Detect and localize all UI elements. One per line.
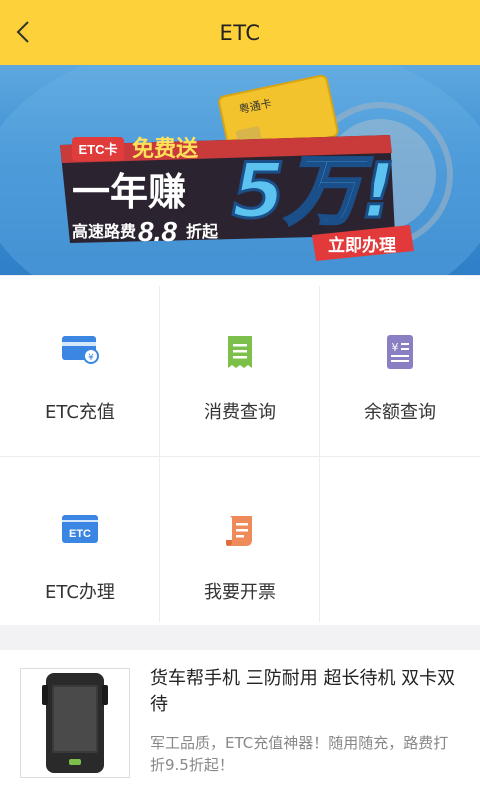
- rugged-phone-icon: [42, 673, 108, 773]
- back-button[interactable]: [8, 16, 38, 48]
- promo-banner-art: 粤通卡 ETC卡 免费送 一年赚 5万! 高速路费 8.8 折起 立即办理: [0, 65, 480, 275]
- etc-card-icon: ETC: [62, 515, 98, 543]
- svg-text:¥: ¥: [88, 353, 94, 363]
- product-image: [20, 668, 130, 778]
- promo-banner[interactable]: 粤通卡 ETC卡 免费送 一年赚 5万! 高速路费 8.8 折起 立即办理: [0, 65, 480, 275]
- top-nav-bar: ETC: [0, 0, 480, 65]
- product-card[interactable]: 货车帮手机 三防耐用 超长待机 双卡双待 军工品质，ETC充值神器！随用随充，路…: [0, 650, 480, 800]
- banner-free-text: 免费送: [132, 136, 198, 162]
- service-consumption-query[interactable]: 消费查询: [160, 286, 320, 456]
- banner-discount: 8.8: [138, 216, 177, 247]
- svg-text:¥: ¥: [392, 341, 399, 354]
- service-label: ETC办理: [45, 582, 115, 603]
- services-grid: ¥ ETC充值 消费查询 ¥ 余额查询 ETC ETC办理 我要开票: [0, 275, 480, 625]
- product-title: 货车帮手机 三防耐用 超长待机 双卡双待: [150, 668, 456, 715]
- service-label: ETC充值: [45, 402, 115, 423]
- banner-discount-suffix: 折起: [186, 222, 219, 241]
- banner-headline: 一年赚: [72, 170, 186, 214]
- banner-cta[interactable]: 立即办理: [328, 235, 396, 256]
- service-etc-recharge[interactable]: ¥ ETC充值: [0, 286, 160, 456]
- service-label: 余额查询: [364, 402, 436, 423]
- banner-amount: 5万!: [232, 146, 396, 235]
- service-etc-apply[interactable]: ETC ETC办理: [0, 466, 160, 636]
- banner-tag: ETC卡: [78, 142, 117, 157]
- page-title: ETC: [219, 20, 261, 45]
- service-balance-query[interactable]: ¥ 余额查询: [320, 286, 480, 456]
- receipt-icon: [228, 336, 252, 368]
- banner-toll-text: 高速路费: [72, 222, 136, 241]
- divider: [0, 456, 480, 457]
- service-label: 我要开票: [204, 582, 276, 603]
- balance-document-icon: ¥: [387, 335, 413, 369]
- svg-text:ETC: ETC: [69, 528, 91, 540]
- service-invoice[interactable]: 我要开票: [160, 466, 320, 636]
- service-label: 消费查询: [204, 402, 276, 423]
- product-description: 军工品质，ETC充值神器！随用随充，路费打折9.5折起！: [150, 734, 449, 774]
- card-yuan-icon: ¥: [62, 336, 99, 364]
- chevron-left-icon: [16, 21, 29, 43]
- invoice-scroll-icon: [226, 516, 252, 546]
